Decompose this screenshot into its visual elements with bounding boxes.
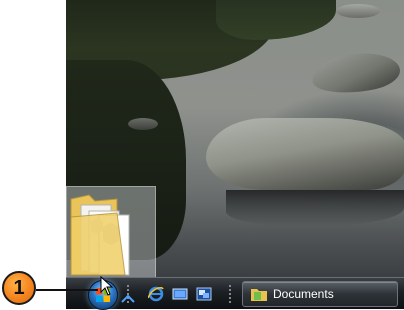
wallpaper-grass bbox=[216, 0, 336, 40]
media-icon[interactable] bbox=[196, 286, 212, 302]
wallpaper-rock bbox=[128, 118, 158, 130]
taskbar-grip[interactable] bbox=[228, 284, 232, 304]
wallpaper-rock bbox=[309, 48, 403, 98]
taskbar: Documents bbox=[66, 277, 404, 310]
taskbar-button-documents[interactable]: Documents bbox=[242, 281, 398, 307]
internet-explorer-icon[interactable] bbox=[148, 286, 164, 302]
taskbar-button-label: Documents bbox=[273, 287, 334, 301]
wallpaper-reflection bbox=[226, 190, 404, 226]
callout-number: 1 bbox=[13, 276, 25, 299]
show-desktop-icon[interactable] bbox=[172, 286, 188, 302]
wallpaper-rock bbox=[336, 4, 380, 18]
folder-icon bbox=[70, 194, 130, 276]
mouse-cursor-icon bbox=[100, 276, 114, 296]
callout-pointer-line bbox=[36, 289, 98, 291]
switch-windows-icon[interactable] bbox=[120, 292, 136, 308]
folder-drag-preview[interactable] bbox=[66, 186, 156, 280]
wallpaper-rock bbox=[206, 118, 404, 190]
folder-icon bbox=[251, 289, 267, 301]
callout-badge: 1 bbox=[2, 271, 36, 305]
